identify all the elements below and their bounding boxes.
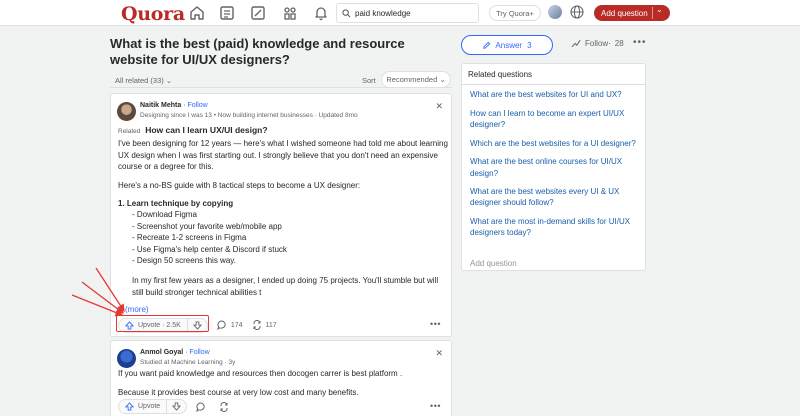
follow-count: 28 xyxy=(614,39,624,48)
answer-actions: Upvote xyxy=(118,399,233,414)
question-title: What is the best (paid) knowledge and re… xyxy=(110,36,405,67)
answer-card: Anmol Goyal · Follow Studied at Machine … xyxy=(110,340,452,416)
top-nav-bar: Quora Try Quora+ Add question ⌄ xyxy=(0,0,800,26)
more-options-icon[interactable]: ••• xyxy=(633,37,647,48)
follow-dot: · xyxy=(608,39,611,48)
panel-title: Related questions xyxy=(468,70,533,79)
sort-dropdown[interactable]: Recommended ⌄ xyxy=(381,71,451,88)
comment-icon xyxy=(196,401,205,412)
share-icon xyxy=(252,320,261,330)
upvote-button[interactable]: Upvote xyxy=(118,399,168,414)
divider xyxy=(462,84,645,85)
related-question-link[interactable]: What are the best websites for UI and UX… xyxy=(470,89,640,100)
list-item: - Use Figma's help center & Discord if s… xyxy=(132,244,287,254)
related-question-link[interactable]: What are the most in-demand skills for U… xyxy=(470,216,640,238)
sort-label: Sort xyxy=(362,76,376,85)
related-question-link[interactable]: Which are the best websites for a UI des… xyxy=(470,138,640,149)
share-icon xyxy=(220,401,228,412)
quora-logo[interactable]: Quora xyxy=(121,3,185,25)
answer-count: 3 xyxy=(527,40,532,50)
share-button[interactable] xyxy=(219,401,233,412)
list-item: - Design 50 screens this way. xyxy=(132,256,236,265)
author-credential: Studied at Machine Learning · 3y xyxy=(140,359,236,366)
answer-paragraph: Here's a no-BS guide with 8 tactical ste… xyxy=(118,181,361,190)
upvote-label: Upvote xyxy=(138,403,161,410)
pencil-icon xyxy=(483,41,491,49)
author-name[interactable]: Anmol Goyal xyxy=(140,349,183,356)
answer-paragraph: I've been designing for 12 years — here'… xyxy=(118,139,448,171)
related-questions-list: What are the best websites for UI and UX… xyxy=(470,89,640,246)
share-button[interactable]: 117 xyxy=(252,320,277,330)
add-question-link[interactable]: Add question xyxy=(470,259,517,268)
annotation-arrows xyxy=(71,267,125,317)
related-question-link[interactable]: What are the best online courses for UI/… xyxy=(470,156,640,178)
author-credential: Designing since I was 13 • Now building … xyxy=(140,112,358,119)
comment-button[interactable]: 174 xyxy=(217,320,243,330)
home-icon[interactable] xyxy=(188,4,206,22)
follow-author-link[interactable]: Follow xyxy=(189,349,209,356)
comment-button[interactable] xyxy=(196,401,210,412)
search-input[interactable] xyxy=(355,8,475,18)
author-name[interactable]: Naitik Mehta xyxy=(140,102,181,109)
follow-question-button[interactable]: Follow · 28 xyxy=(571,39,624,48)
upvote-arrow-icon xyxy=(125,402,134,411)
follow-label: Follow xyxy=(585,39,609,48)
answer-card: Naitik Mehta · Follow Designing since I … xyxy=(110,93,452,337)
related-question-link[interactable]: How can I learn to become an expert UI/U… xyxy=(470,108,640,130)
notifications-bell-icon[interactable] xyxy=(312,4,330,22)
answer-pencil-icon[interactable] xyxy=(249,4,267,22)
spaces-icon[interactable] xyxy=(281,4,299,22)
author-line: Anmol Goyal · Follow xyxy=(140,349,210,356)
search-bar[interactable] xyxy=(336,3,479,23)
answer-paragraph: Because it provides best course at very … xyxy=(118,388,359,397)
close-icon[interactable]: ✕ xyxy=(435,101,443,112)
more-options-icon[interactable]: ••• xyxy=(430,319,441,329)
downvote-arrow-icon xyxy=(172,402,182,411)
author-line: Naitik Mehta · Follow xyxy=(140,102,208,109)
share-count: 117 xyxy=(265,321,277,329)
add-question-label: Add question xyxy=(601,8,648,18)
related-question-link[interactable]: What are the best websites every UI & UX… xyxy=(470,186,640,208)
close-icon[interactable]: ✕ xyxy=(435,348,443,359)
comment-count: 174 xyxy=(230,321,243,329)
answer-paragraph: If you want paid knowledge and resources… xyxy=(118,369,403,378)
chevron-down-icon[interactable]: ⌄ xyxy=(656,5,663,14)
divider xyxy=(110,87,452,88)
author-avatar[interactable] xyxy=(117,102,136,121)
chevron-down-icon: ⌄ xyxy=(437,75,446,84)
button-divider xyxy=(652,7,653,19)
follow-author-link[interactable]: Follow xyxy=(187,102,207,109)
chevron-down-icon: ⌄ xyxy=(165,76,173,85)
downvote-button[interactable] xyxy=(167,399,188,414)
comment-icon xyxy=(217,320,226,330)
language-globe-icon[interactable] xyxy=(570,5,584,19)
more-options-icon[interactable]: ••• xyxy=(430,401,441,411)
all-related-filter[interactable]: All related (33) ⌄ xyxy=(115,76,172,85)
add-question-button[interactable]: Add question ⌄ xyxy=(594,5,670,21)
answer-button[interactable]: Answer 3 xyxy=(461,35,553,55)
step-list: - Download Figma - Screenshot your favor… xyxy=(132,209,287,267)
related-question-link[interactable]: How can I learn UX/UI design? xyxy=(145,125,267,135)
answer-label: Answer xyxy=(495,40,523,50)
answer-paragraph: In my first few years as a designer, I e… xyxy=(132,276,439,297)
profile-avatar[interactable] xyxy=(548,5,562,19)
try-quora-plus-button[interactable]: Try Quora+ xyxy=(489,5,541,21)
list-item: - Screenshot your favorite web/mobile ap… xyxy=(132,221,282,231)
related-question-line: Related How can I learn UX/UI design? xyxy=(118,125,268,135)
following-icon[interactable] xyxy=(218,4,236,22)
author-avatar[interactable] xyxy=(117,349,136,368)
list-item: - Recreate 1-2 screens in Figma xyxy=(132,233,247,242)
follow-rss-icon xyxy=(571,39,581,48)
all-related-label: All related (33) xyxy=(115,76,164,85)
list-title: 1. Learn technique by copying xyxy=(118,199,234,208)
list-item: - Download Figma xyxy=(132,210,197,219)
related-questions-panel: Related questions What are the best webs… xyxy=(461,63,646,271)
related-label: Related xyxy=(118,128,141,135)
search-icon xyxy=(342,8,351,17)
sort-value: Recommended xyxy=(386,75,438,84)
